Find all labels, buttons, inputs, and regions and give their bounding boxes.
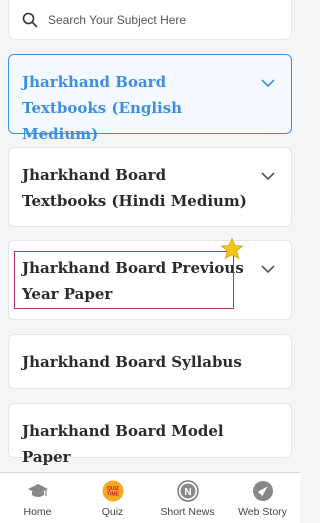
search-icon — [22, 12, 38, 27]
nav-label: Quiz — [101, 506, 124, 518]
nav-label: Web Story — [238, 506, 287, 518]
web-story-icon — [252, 481, 273, 501]
card-title: Jharkhand Board Textbooks (English Mediu… — [22, 73, 183, 143]
bottom-navigation: Home QUIZ TIME Quiz N Short News Web Sto… — [0, 472, 300, 523]
graduation-cap-icon — [27, 484, 48, 497]
nav-quiz[interactable]: QUIZ TIME Quiz — [75, 473, 150, 523]
chevron-down-icon[interactable] — [261, 264, 275, 274]
svg-text:N: N — [184, 487, 191, 498]
card-textbooks-english[interactable]: Jharkhand Board Textbooks (English Mediu… — [8, 54, 292, 143]
star-icon — [220, 237, 244, 260]
chevron-down-icon[interactable] — [261, 171, 275, 181]
nav-web-story[interactable]: Web Story — [225, 473, 300, 523]
card-title: Jharkhand Board Syllabus — [22, 353, 242, 371]
highlight-box — [14, 251, 234, 309]
card-title: Jharkhand Board Textbooks (Hindi Medium) — [22, 166, 247, 210]
card-title: Jharkhand Board Model Paper — [22, 422, 224, 466]
search-input[interactable] — [48, 12, 268, 27]
news-icon: N — [176, 480, 199, 502]
nav-home[interactable]: Home — [0, 473, 75, 523]
card-textbooks-hindi[interactable]: Jharkhand Board Textbooks (Hindi Medium) — [8, 147, 292, 227]
quiz-time-icon: QUIZ TIME — [102, 480, 123, 502]
nav-label: Short News — [160, 506, 215, 518]
card-syllabus[interactable]: Jharkhand Board Syllabus — [8, 334, 292, 389]
chevron-down-icon[interactable] — [261, 78, 275, 88]
nav-short-news[interactable]: N Short News — [150, 473, 225, 523]
card-model-paper[interactable]: Jharkhand Board Model Paper — [8, 403, 292, 466]
nav-label: Home — [23, 506, 52, 518]
svg-text:TIME: TIME — [107, 492, 120, 498]
search-bar[interactable] — [8, 0, 292, 40]
